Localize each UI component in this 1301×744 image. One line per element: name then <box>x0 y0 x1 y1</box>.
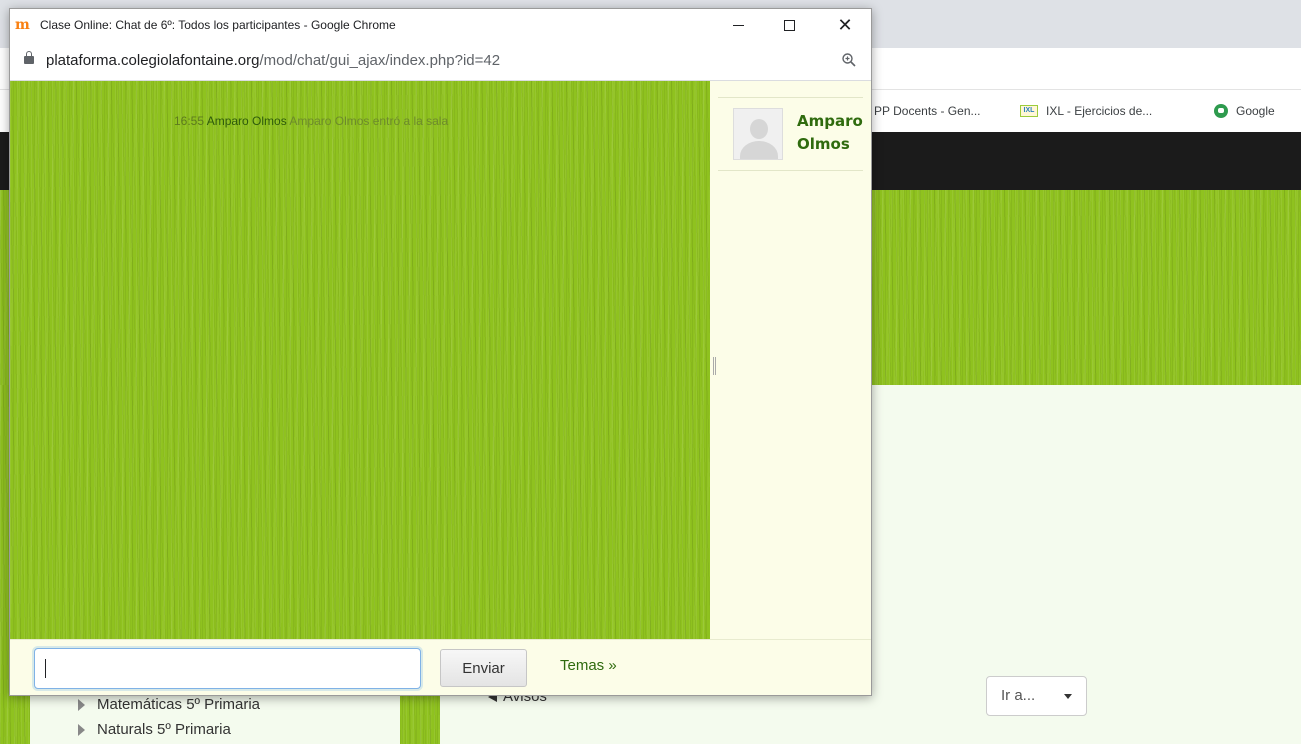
minimize-icon <box>732 24 744 26</box>
minimize-button[interactable] <box>715 9 761 41</box>
url-path: /mod/chat/gui_ajax/index.php?id=42 <box>259 52 501 69</box>
bookmark-ixl[interactable]: IXL IXL - Ejercicios de... <box>1020 104 1152 118</box>
maximize-icon <box>783 19 795 31</box>
message-text: Amparo Olmos entró a la sala <box>289 114 449 128</box>
window-title: Clase Online: Chat de 6º: Todos los part… <box>40 18 396 32</box>
jump-to-value: Ir a... <box>1001 687 1036 704</box>
course-list-block: Matemáticas 5º Primaria Naturals 5º Prim… <box>30 690 400 744</box>
bookmark-label: Google <box>1236 104 1275 118</box>
bookmark-label: PP Docents - Gen... <box>874 104 981 118</box>
panel-splitter[interactable] <box>710 81 718 639</box>
user-name[interactable]: Amparo Olmos <box>797 110 867 156</box>
avatar <box>733 108 783 160</box>
course-label: Matemáticas 5º Primaria <box>97 696 261 713</box>
user-list-item[interactable]: Amparo Olmos <box>718 97 863 171</box>
default-user-body <box>740 141 778 159</box>
send-button[interactable]: Enviar <box>440 649 527 687</box>
close-button[interactable]: ✕ <box>822 9 868 41</box>
resize-grip-icon <box>713 357 716 375</box>
zoom-icon[interactable] <box>841 52 857 68</box>
url-host: plataforma.colegiolafontaine.org <box>46 52 260 69</box>
chat-popup-window: m Clase Online: Chat de 6º: Todos los pa… <box>9 8 872 696</box>
page-url: plataforma.colegiolafontaine.org/mod/cha… <box>46 52 500 69</box>
moodle-favicon-icon: m <box>15 17 30 33</box>
maximize-button[interactable] <box>766 9 812 41</box>
chat-message: 16:55 Amparo Olmos Amparo Olmos entró a … <box>174 114 448 128</box>
chevron-down-icon <box>1064 694 1072 699</box>
expand-arrow-icon <box>78 723 85 736</box>
message-input[interactable] <box>34 648 421 689</box>
google-chat-icon <box>1214 104 1228 118</box>
course-item[interactable]: Naturals 5º Primaria <box>78 721 231 738</box>
ixl-icon: IXL <box>1020 105 1038 117</box>
message-user: Amparo Olmos <box>206 114 287 128</box>
close-icon: ✕ <box>837 15 853 35</box>
course-item[interactable]: Matemáticas 5º Primaria <box>78 696 260 713</box>
themes-link[interactable]: Temas » <box>560 657 617 674</box>
chat-input-bar: Enviar Temas » <box>10 639 871 695</box>
expand-arrow-icon <box>78 698 85 711</box>
default-user-icon <box>750 119 768 139</box>
chat-users-panel: Amparo Olmos <box>718 81 871 639</box>
window-titlebar[interactable]: m Clase Online: Chat de 6º: Todos los pa… <box>10 9 871 41</box>
course-label: Naturals 5º Primaria <box>97 721 231 738</box>
message-time: 16:55 <box>174 114 205 128</box>
bookmark-label: IXL - Ejercicios de... <box>1046 104 1153 118</box>
bookmark-google[interactable]: Google <box>1214 104 1275 118</box>
chat-messages-panel[interactable]: 16:55 Amparo Olmos Amparo Olmos entró a … <box>10 81 710 639</box>
bookmark-pp-docents[interactable]: PP Docents - Gen... <box>874 104 981 118</box>
jump-to-select[interactable]: Ir a... <box>986 676 1087 716</box>
popup-url-bar[interactable]: plataforma.colegiolafontaine.org/mod/cha… <box>10 41 871 81</box>
lock-icon <box>24 51 34 64</box>
text-caret <box>45 659 46 678</box>
